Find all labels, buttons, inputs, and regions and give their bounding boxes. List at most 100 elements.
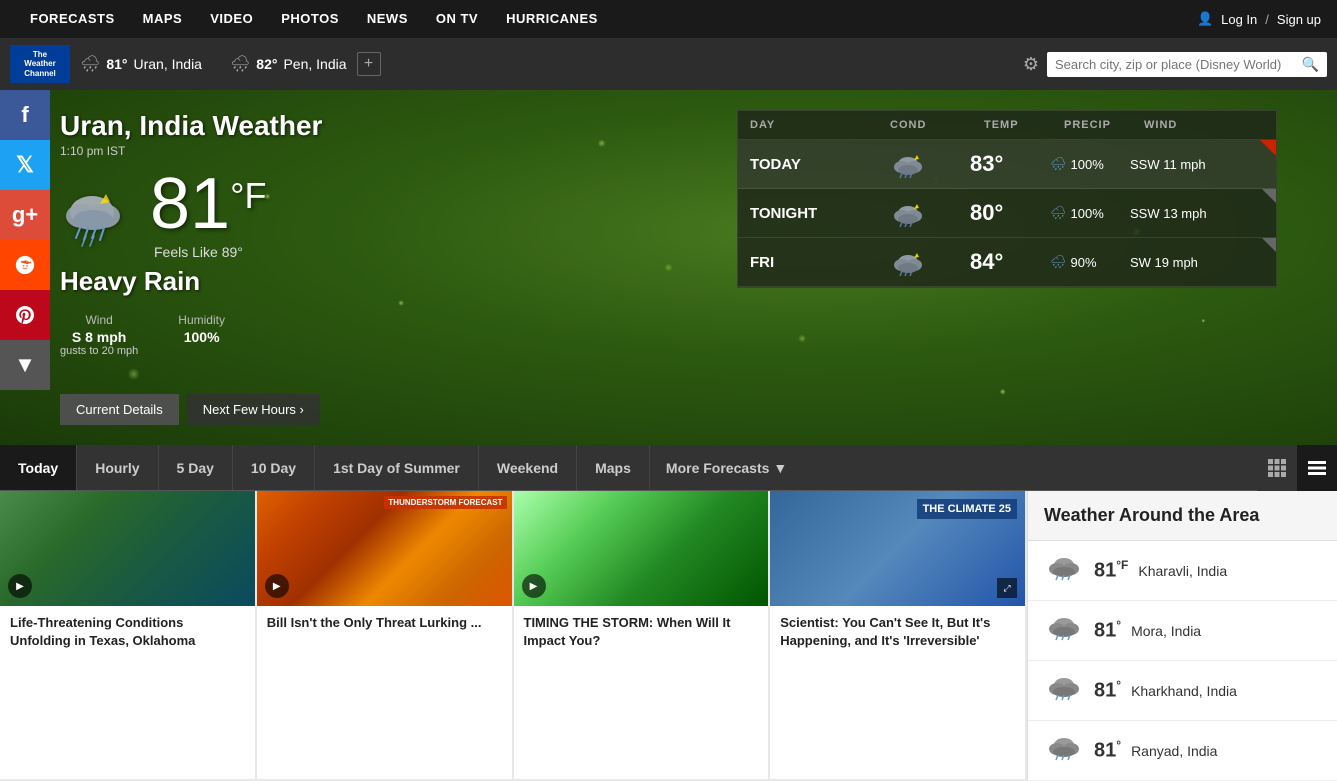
nav-photos[interactable]: PHOTOS [267, 0, 353, 38]
expand-button-4[interactable]: ⤢ [997, 578, 1017, 598]
tab-5day[interactable]: 5 Day [159, 445, 233, 490]
view-toggle [1257, 445, 1337, 490]
news-card-img-4: THE CLIMATE 25 ⤢ [770, 491, 1025, 606]
tab-today[interactable]: Today [0, 445, 77, 490]
feels-like: Feels Like 89° [154, 244, 266, 260]
forecast-panel: DAY COND TEMP PRECIP WIND TODAY [737, 110, 1277, 288]
area-item-3[interactable]: 81° Kharkhand, India [1028, 661, 1337, 721]
time-label: 1:10 pm IST [60, 144, 322, 158]
location1-temp: 81° [106, 56, 127, 72]
forecast-row-fri[interactable]: FRI 84° 🌧 90% SW 19 mph [738, 238, 1276, 287]
play-button-3[interactable]: ▶ [522, 574, 546, 598]
wind-label: Wind [60, 313, 138, 327]
tonight-indicator [1262, 189, 1276, 203]
temperature-display: 81°F Feels Like 89° [150, 168, 266, 260]
search-icon[interactable]: 🔍 [1302, 56, 1319, 73]
news-grid: ▶ Life-Threatening Conditions Unfolding … [0, 491, 1027, 781]
col-day: DAY [750, 119, 890, 131]
nav-hurricanes[interactable]: HURRICANES [492, 0, 612, 38]
weather-details: Wind S 8 mph gusts to 20 mph Humidity 10… [60, 313, 322, 357]
signup-link[interactable]: Sign up [1277, 12, 1321, 27]
tab-hourly[interactable]: Hourly [77, 445, 158, 490]
area-item-2[interactable]: 81° Mora, India [1028, 601, 1337, 661]
social-sidebar: f 𝕏 g+ ▼ [0, 90, 50, 390]
temp-tonight: 80° [970, 200, 1050, 226]
pinterest-share-button[interactable] [0, 290, 50, 340]
twitter-share-button[interactable]: 𝕏 [0, 140, 50, 190]
area-temp-4: 81° [1094, 738, 1121, 763]
next-few-hours-button[interactable]: Next Few Hours › [187, 394, 320, 425]
news-card-4[interactable]: THE CLIMATE 25 ⤢ Scientist: You Can't Se… [770, 491, 1027, 781]
area-name-3: Kharkhand, India [1131, 683, 1237, 699]
area-item-1[interactable]: 81°F Kharavli, India [1028, 541, 1337, 601]
current-details-button[interactable]: Current Details [60, 394, 179, 425]
play-button-1[interactable]: ▶ [8, 574, 32, 598]
rain-icon-2: 🌧 [230, 54, 250, 74]
weather-main-display: 81°F Feels Like 89° [60, 168, 322, 260]
location-item-1[interactable]: 🌧 81° Uran, India [80, 54, 202, 74]
forecast-row-today[interactable]: TODAY 83° 🌧 100% SSW 11 mph [738, 140, 1276, 189]
login-link[interactable]: Log In [1221, 12, 1257, 27]
add-location-button[interactable]: + [357, 52, 381, 76]
day-fri: FRI [750, 254, 890, 271]
col-wind: WIND [1144, 119, 1264, 131]
day-tonight: TONIGHT [750, 205, 890, 222]
tabs-bar: Today Hourly 5 Day 10 Day 1st Day of Sum… [0, 445, 1337, 491]
list-view-button[interactable] [1297, 445, 1337, 491]
location-item-2[interactable]: 🌧 82° Pen, India [230, 54, 347, 74]
facebook-share-button[interactable]: f [0, 90, 50, 140]
hero-section: f 𝕏 g+ ▼ Uran, India Weather 1:10 pm IST [0, 90, 1337, 445]
cond-icon-tonight [890, 199, 970, 227]
forecast-row-tonight[interactable]: TONIGHT 80° 🌧 100% SSW 13 mph [738, 189, 1276, 238]
grid-view-button[interactable] [1257, 445, 1297, 491]
col-temp: TEMP [984, 119, 1064, 131]
area-item-4[interactable]: 81° Ranyad, India [1028, 721, 1337, 781]
area-temp-2: 81° [1094, 618, 1121, 643]
nav-on-tv[interactable]: ON TV [422, 0, 492, 38]
reddit-share-button[interactable] [0, 240, 50, 290]
today-indicator [1260, 140, 1276, 156]
rain-cloud-icon-2 [1044, 613, 1084, 648]
twc-logo[interactable]: The Weather Channel [10, 45, 70, 83]
nav-forecasts[interactable]: FORECASTS [16, 0, 129, 38]
col-cond: COND [890, 119, 984, 131]
search-box: 🔍 [1047, 52, 1327, 77]
temp-today: 83° [970, 151, 1050, 177]
news-card-1[interactable]: ▶ Life-Threatening Conditions Unfolding … [0, 491, 257, 781]
wind-value: S 8 mph [60, 329, 138, 345]
search-input[interactable] [1055, 57, 1302, 72]
precip-tonight: 🌧 100% [1050, 205, 1130, 221]
tab-1st-day-summer[interactable]: 1st Day of Summer [315, 445, 479, 490]
cond-icon-fri [890, 248, 970, 276]
news-card-text-4: Scientist: You Can't See It, But It's Ha… [770, 606, 1025, 658]
precip-icon: 🌧 [1050, 156, 1067, 172]
play-button-2[interactable]: ▶ [265, 574, 289, 598]
tab-10day[interactable]: 10 Day [233, 445, 315, 490]
forecast-header: DAY COND TEMP PRECIP WIND [738, 111, 1276, 140]
area-name-4: Ranyad, India [1131, 743, 1217, 759]
news-card-2[interactable]: ▶ THUNDERSTORM FORECAST Bill Isn't the O… [257, 491, 514, 781]
nav-video[interactable]: VIDEO [196, 0, 267, 38]
humidity-label: Humidity [178, 313, 225, 327]
map-image-4: THE CLIMATE 25 [770, 491, 1025, 606]
googleplus-share-button[interactable]: g+ [0, 190, 50, 240]
nav-links: FORECASTS MAPS VIDEO PHOTOS NEWS ON TV H… [16, 0, 612, 38]
news-card-3[interactable]: ▶ TIMING THE STORM: When Will It Impact … [514, 491, 771, 781]
nav-maps[interactable]: MAPS [129, 0, 197, 38]
humidity-detail: Humidity 100% [178, 313, 225, 357]
tab-weekend[interactable]: Weekend [479, 445, 577, 490]
wind-today: SSW 11 mph [1130, 157, 1250, 172]
map-image-3 [514, 491, 769, 606]
news-card-text-2: Bill Isn't the Only Threat Lurking ... [257, 606, 512, 640]
tab-maps[interactable]: Maps [577, 445, 650, 490]
area-temp-1: 81°F [1094, 558, 1128, 583]
rain-cloud-icon-4 [1044, 733, 1084, 768]
area-temp-3: 81° [1094, 678, 1121, 703]
area-name-2: Mora, India [1131, 623, 1201, 639]
nav-news[interactable]: NEWS [353, 0, 422, 38]
action-buttons: Current Details Next Few Hours › [60, 394, 320, 425]
tab-more-forecasts[interactable]: More Forecasts ▼ [650, 445, 803, 490]
more-share-button[interactable]: ▼ [0, 340, 50, 390]
settings-gear-button[interactable]: ⚙ [1023, 54, 1039, 75]
auth-divider: / [1265, 12, 1269, 27]
